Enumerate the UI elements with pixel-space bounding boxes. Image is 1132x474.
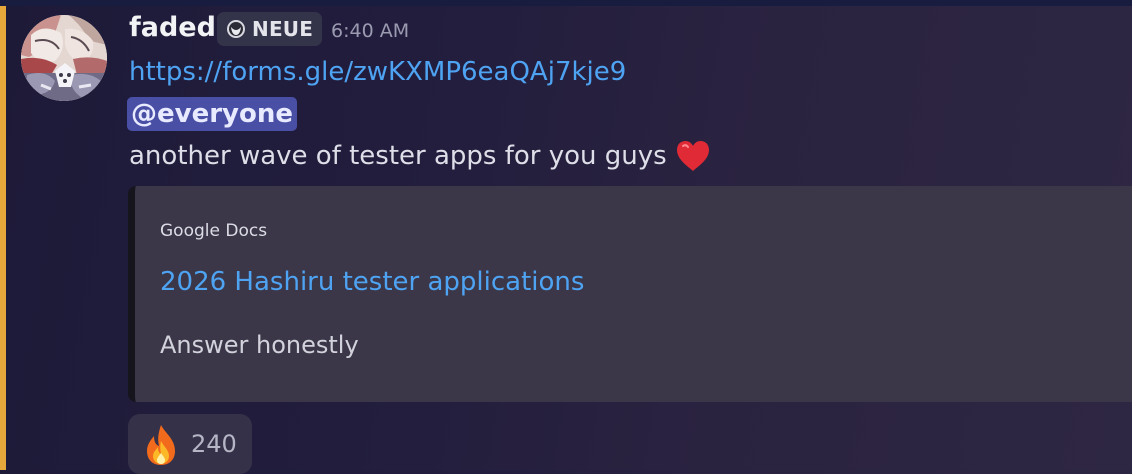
message-content: another wave of tester apps for you guys — [129, 138, 711, 174]
fire-icon — [147, 425, 175, 465]
reaction-count: 240 — [191, 430, 237, 458]
guild-tag-label: NEUE — [252, 17, 314, 41]
embed-provider: Google Docs — [160, 221, 268, 241]
heart-icon — [676, 141, 709, 171]
message-text: another wave of tester apps for you guys — [129, 141, 667, 171]
chat-message: faded NEUE 6:40 AM https://forms.gle/zwK… — [0, 0, 1132, 474]
guild-tag[interactable]: NEUE — [217, 12, 323, 46]
form-link[interactable]: https://forms.gle/zwKXMP6eaQAj7kje9 — [129, 54, 626, 90]
avatar-image — [21, 15, 107, 101]
author-username[interactable]: faded — [129, 10, 216, 46]
moon-badge-icon — [227, 20, 245, 38]
message-timestamp[interactable]: 6:40 AM — [331, 18, 409, 44]
embed-title-link[interactable]: 2026 Hashiru tester applications — [160, 264, 584, 300]
everyone-mention[interactable]: @everyone — [127, 97, 297, 131]
embed-description: Answer honestly — [160, 331, 359, 359]
avatar[interactable] — [21, 15, 107, 101]
link-embed: Google Docs 2026 Hashiru tester applicat… — [128, 186, 1132, 402]
fire-reaction-button[interactable]: 240 — [128, 414, 252, 474]
